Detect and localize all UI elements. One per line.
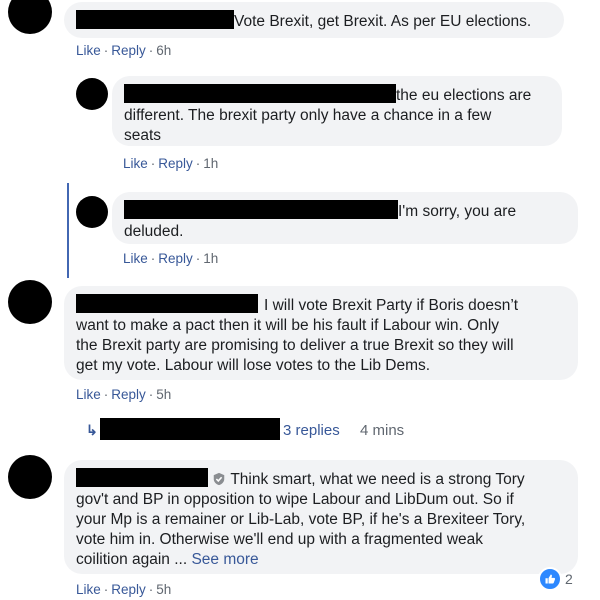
reaction-summary[interactable]: 2 — [538, 567, 573, 591]
comment-text: coilition again ... — [76, 551, 188, 568]
comment-bubble: I'm sorry, you are deluded. — [112, 192, 578, 244]
comment-text: the eu elections are — [396, 87, 532, 104]
replies-time: 4 mins — [360, 422, 405, 439]
comment-text: different. The brexit party only have a … — [124, 107, 492, 124]
verified-badge-icon — [214, 472, 225, 486]
comment-bubble: I will vote Brexit Party if Boris doesn’… — [64, 286, 578, 380]
reply-button[interactable]: Reply — [158, 156, 193, 171]
comment-time[interactable]: 6h — [156, 43, 171, 58]
reply-button[interactable]: Reply — [111, 387, 146, 402]
redacted-name — [124, 84, 396, 103]
comment-text: deluded. — [124, 223, 184, 240]
comment-actions: Like · Reply · 5h — [76, 582, 172, 597]
comment-text: vote him in. Otherwise we'll end up with… — [76, 531, 484, 548]
comment-time[interactable]: 5h — [156, 387, 171, 402]
redacted-name — [124, 200, 398, 219]
see-more-link[interactable]: See more — [191, 551, 258, 568]
comment-text: seats — [124, 127, 162, 144]
comment-time[interactable]: 1h — [203, 251, 218, 266]
comment-text: your Mp is a remainer or Lib-Lab, vote B… — [76, 511, 526, 528]
comment-text: the Brexit party are promising to delive… — [76, 337, 514, 354]
reply-button[interactable]: Reply — [158, 251, 193, 266]
comment-actions: Like · Reply · 5h — [76, 387, 172, 402]
replies-count-link[interactable]: 3 replies — [283, 422, 340, 439]
reaction-count: 2 — [565, 571, 573, 587]
like-button[interactable]: Like — [123, 251, 148, 266]
comment-actions: Like · Reply · 1h — [123, 251, 219, 266]
comment-text: I'm sorry, you are — [398, 203, 517, 220]
like-reaction-icon — [538, 567, 562, 591]
comment-text: want to make a pact then it will be his … — [76, 317, 500, 334]
comment-bubble: Vote Brexit, get Brexit. As per EU elect… — [64, 2, 564, 38]
reply-arrow-icon: ↳ — [86, 422, 98, 438]
redacted-name — [76, 294, 258, 313]
like-button[interactable]: Like — [76, 387, 101, 402]
redacted-name — [76, 468, 208, 487]
comment-text: get my vote. Labour will lose votes to t… — [76, 357, 431, 374]
avatar[interactable] — [8, 455, 52, 499]
reply-button[interactable]: Reply — [111, 582, 146, 597]
comment-text: I will vote Brexit Party if Boris doesn’… — [264, 297, 519, 314]
comment-time[interactable]: 1h — [203, 156, 218, 171]
comment-text: Think smart, what we need is a strong To… — [230, 471, 525, 488]
like-button[interactable]: Like — [76, 582, 101, 597]
like-button[interactable]: Like — [76, 43, 101, 58]
view-replies-row[interactable]: ↳ 3 replies 4 mins — [0, 418, 600, 444]
thread-line — [67, 183, 69, 278]
reply-button[interactable]: Reply — [111, 43, 146, 58]
comment-actions: Like · Reply · 6h — [76, 43, 172, 58]
avatar[interactable] — [8, 0, 52, 34]
comment-text: gov't and BP in opposition to wipe Labou… — [76, 491, 514, 508]
comment-bubble: Think smart, what we need is a strong To… — [64, 460, 578, 574]
comment-actions: Like · Reply · 1h — [123, 156, 219, 171]
comment-text: Vote Brexit, get Brexit. As per EU elect… — [234, 13, 532, 30]
comment-time[interactable]: 5h — [156, 582, 171, 597]
redacted-name — [100, 418, 280, 440]
avatar[interactable] — [8, 280, 52, 324]
comment-bubble: the eu elections are different. The brex… — [112, 76, 562, 146]
avatar[interactable] — [76, 78, 108, 110]
like-button[interactable]: Like — [123, 156, 148, 171]
redacted-name — [76, 10, 234, 29]
avatar[interactable] — [76, 196, 108, 228]
